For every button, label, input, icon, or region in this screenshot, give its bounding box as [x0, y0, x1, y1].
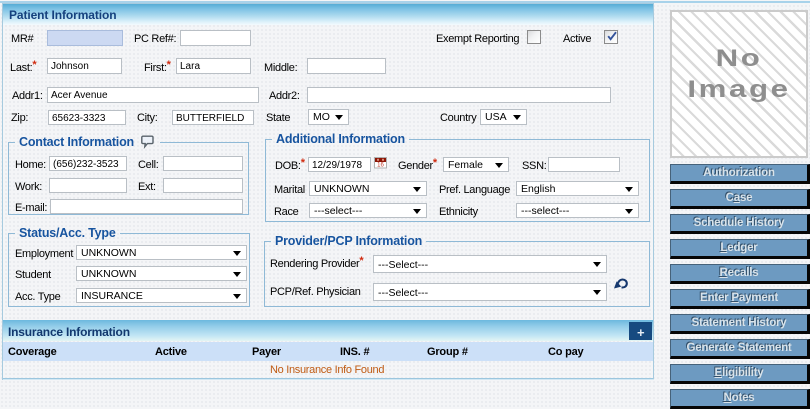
- svg-text:16: 16: [377, 163, 384, 169]
